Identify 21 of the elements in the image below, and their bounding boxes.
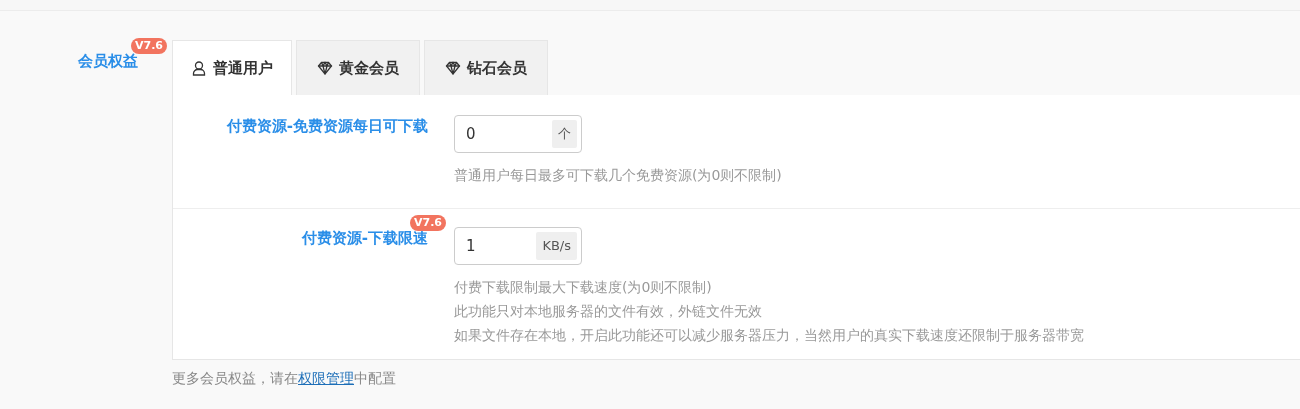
unit-label: KB/s bbox=[536, 232, 577, 260]
permission-link[interactable]: 权限管理 bbox=[298, 370, 354, 386]
section-label: 会员权益 bbox=[78, 52, 138, 71]
field-label: 付费资源-免费资源每日可下载 bbox=[226, 117, 428, 135]
diamond-icon bbox=[445, 60, 461, 76]
hint-text: 普通用户每日最多可下载几个免费资源(为0则不限制) bbox=[454, 166, 782, 185]
field-label: 付费资源-下载限速 bbox=[301, 229, 428, 247]
unit-label: 个 bbox=[552, 120, 577, 148]
tab[interactable]: 钻石会员 bbox=[424, 40, 548, 95]
number-input[interactable]: 0 个 bbox=[454, 115, 582, 153]
version-badge: V7.6 bbox=[410, 215, 446, 231]
number-input[interactable]: 1 KB/s bbox=[454, 227, 582, 265]
tab[interactable]: 普通用户 bbox=[172, 40, 292, 95]
tab[interactable]: 黄金会员 bbox=[296, 40, 420, 95]
hint-text: 如果文件存在本地，开启此功能还可以减少服务器压力，当然用户的真实下载速度还限制于服务器带宽 bbox=[454, 326, 1084, 345]
user-icon bbox=[191, 60, 207, 76]
hint-text: 付费下载限制最大下载速度(为0则不限制) bbox=[454, 278, 713, 297]
hint-text: 此功能只对本地服务器的文件有效，外链文件无效 bbox=[454, 302, 763, 321]
footer-note: 更多会员权益，请在权限管理中配置 bbox=[172, 369, 397, 388]
diamond-icon bbox=[317, 60, 333, 76]
version-badge: V7.6 bbox=[131, 38, 167, 54]
